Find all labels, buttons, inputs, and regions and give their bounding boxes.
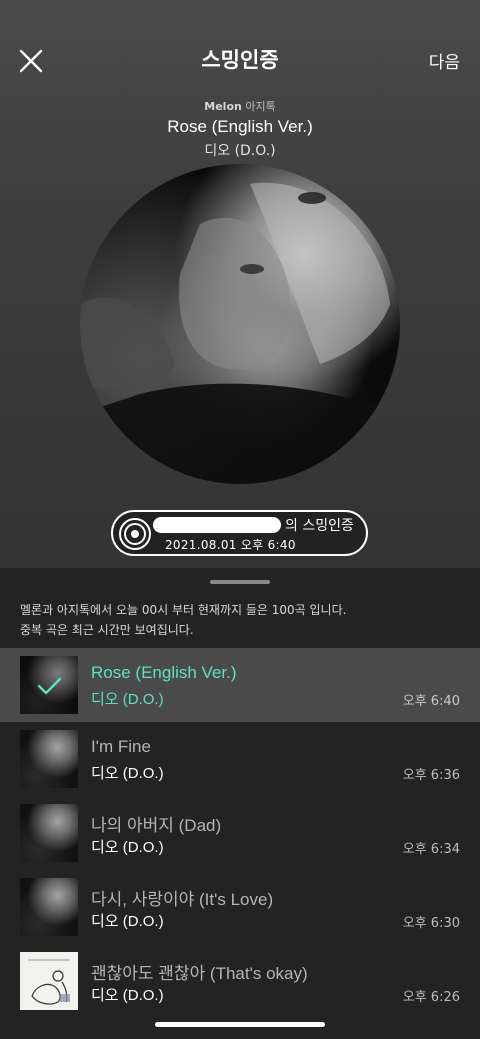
brand-mid: o: [226, 100, 235, 113]
badge-suffix: 의 스밍인증: [285, 518, 354, 534]
track-title: I'm Fine: [91, 737, 151, 756]
track-thumbnail: [20, 730, 78, 788]
track-title: 괜찮아도 괜찮아 (That's okay): [91, 964, 308, 983]
cover-art-shading: [80, 182, 400, 484]
track-list: Rose (English Ver.) 디오 (D.O.) 오후 6:40 I'…: [0, 648, 480, 1018]
illustration-cover-art: [28, 959, 70, 1005]
now-playing-panel: 스밍인증 다음 Melon 아지톡 Rose (English Ver.) 디오…: [0, 0, 480, 568]
melon-azitalk-logo: Melon 아지톡: [0, 98, 480, 114]
now-playing-title: Rose (English Ver.): [167, 117, 313, 136]
track-list-sheet: 멜론과 아지톡에서 오늘 00시 부터 현재까지 들은 100곡 입니다. 중복…: [0, 568, 480, 1039]
vinyl-record-icon: [119, 518, 151, 550]
track-time: 오후 6:40: [402, 694, 460, 709]
notice-line-2: 중복 곡은 최근 시간만 보여집니다.: [20, 623, 194, 637]
track-title: 나의 아버지 (Dad): [91, 816, 222, 835]
page-title: 스밍인증: [201, 48, 279, 72]
track-time: 오후 6:26: [402, 990, 460, 1005]
track-row[interactable]: Rose (English Ver.) 디오 (D.O.) 오후 6:40: [0, 648, 480, 722]
track-artist: 디오 (D.O.): [91, 765, 164, 782]
track-thumbnail: [20, 878, 78, 936]
track-row[interactable]: I'm Fine 디오 (D.O.) 오후 6:36: [0, 722, 480, 796]
track-artist: 디오 (D.O.): [91, 987, 164, 1004]
brand-suffix: n: [234, 100, 242, 113]
track-thumbnail: [20, 804, 78, 862]
track-artist: 디오 (D.O.): [91, 839, 164, 856]
badge-datetime: 2021.08.01 오후 6:40: [165, 538, 296, 552]
notice-text: 멜론과 아지톡에서 오늘 00시 부터 현재까지 들은 100곡 입니다. 중복…: [20, 600, 460, 640]
username-redacted: [153, 517, 281, 533]
home-indicator: [155, 1022, 325, 1027]
brand-partner: 아지톡: [245, 100, 276, 113]
track-title: 다시, 사랑이야 (It's Love): [91, 890, 274, 909]
track-artist: 디오 (D.O.): [91, 691, 164, 708]
sheet-drag-handle[interactable]: [210, 580, 270, 584]
notice-line-1: 멜론과 아지톡에서 오늘 00시 부터 현재까지 들은 100곡 입니다.: [20, 603, 347, 617]
streaming-certification-badge: 의 스밍인증 2021.08.01 오후 6:40: [111, 510, 368, 556]
track-row[interactable]: 나의 아버지 (Dad) 디오 (D.O.) 오후 6:34: [0, 796, 480, 870]
next-button[interactable]: 다음: [429, 48, 460, 73]
track-row[interactable]: 괜찮아도 괜찮아 (That's okay) 디오 (D.O.) 오후 6:26: [0, 944, 480, 1018]
track-thumbnail: [20, 952, 78, 1010]
brand-prefix: Mel: [204, 100, 227, 113]
track-artist: 디오 (D.O.): [91, 913, 164, 930]
track-row[interactable]: 다시, 사랑이야 (It's Love) 디오 (D.O.) 오후 6:30: [0, 870, 480, 944]
check-icon: [20, 656, 78, 714]
track-time: 오후 6:36: [402, 768, 460, 783]
track-time: 오후 6:30: [402, 916, 460, 931]
track-title: Rose (English Ver.): [91, 663, 237, 682]
album-cover: [80, 164, 400, 484]
now-playing-artist: 디오 (D.O.): [204, 143, 276, 159]
track-time: 오후 6:34: [402, 842, 460, 857]
